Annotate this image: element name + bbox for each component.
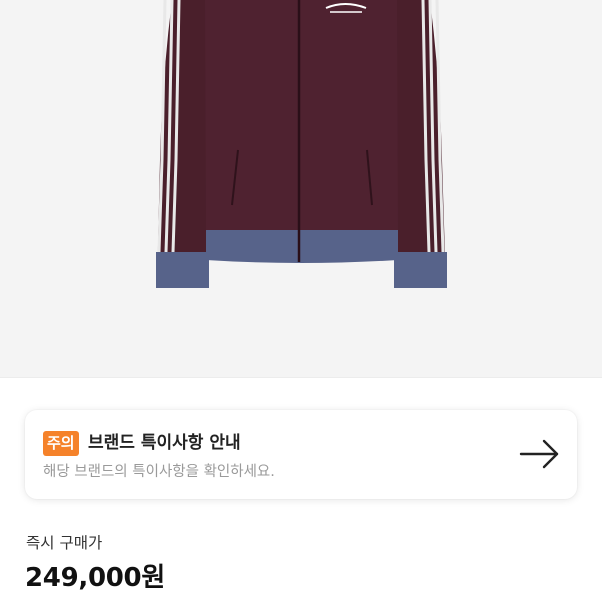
product-image[interactable] xyxy=(0,0,602,378)
instant-buy-price: 249,000원 xyxy=(25,563,165,593)
arrow-right-icon[interactable] xyxy=(519,438,561,470)
brand-notice-card[interactable]: 주의 브랜드 특이사항 안내 해당 브랜드의 특이사항을 확인하세요. xyxy=(25,410,577,499)
instant-buy-price-label: 즉시 구매가 xyxy=(26,534,103,552)
caution-badge: 주의 xyxy=(43,431,79,456)
notice-title: 브랜드 특이사항 안내 xyxy=(88,433,241,453)
track-jacket-image xyxy=(156,0,447,288)
notice-description: 해당 브랜드의 특이사항을 확인하세요. xyxy=(43,464,275,480)
